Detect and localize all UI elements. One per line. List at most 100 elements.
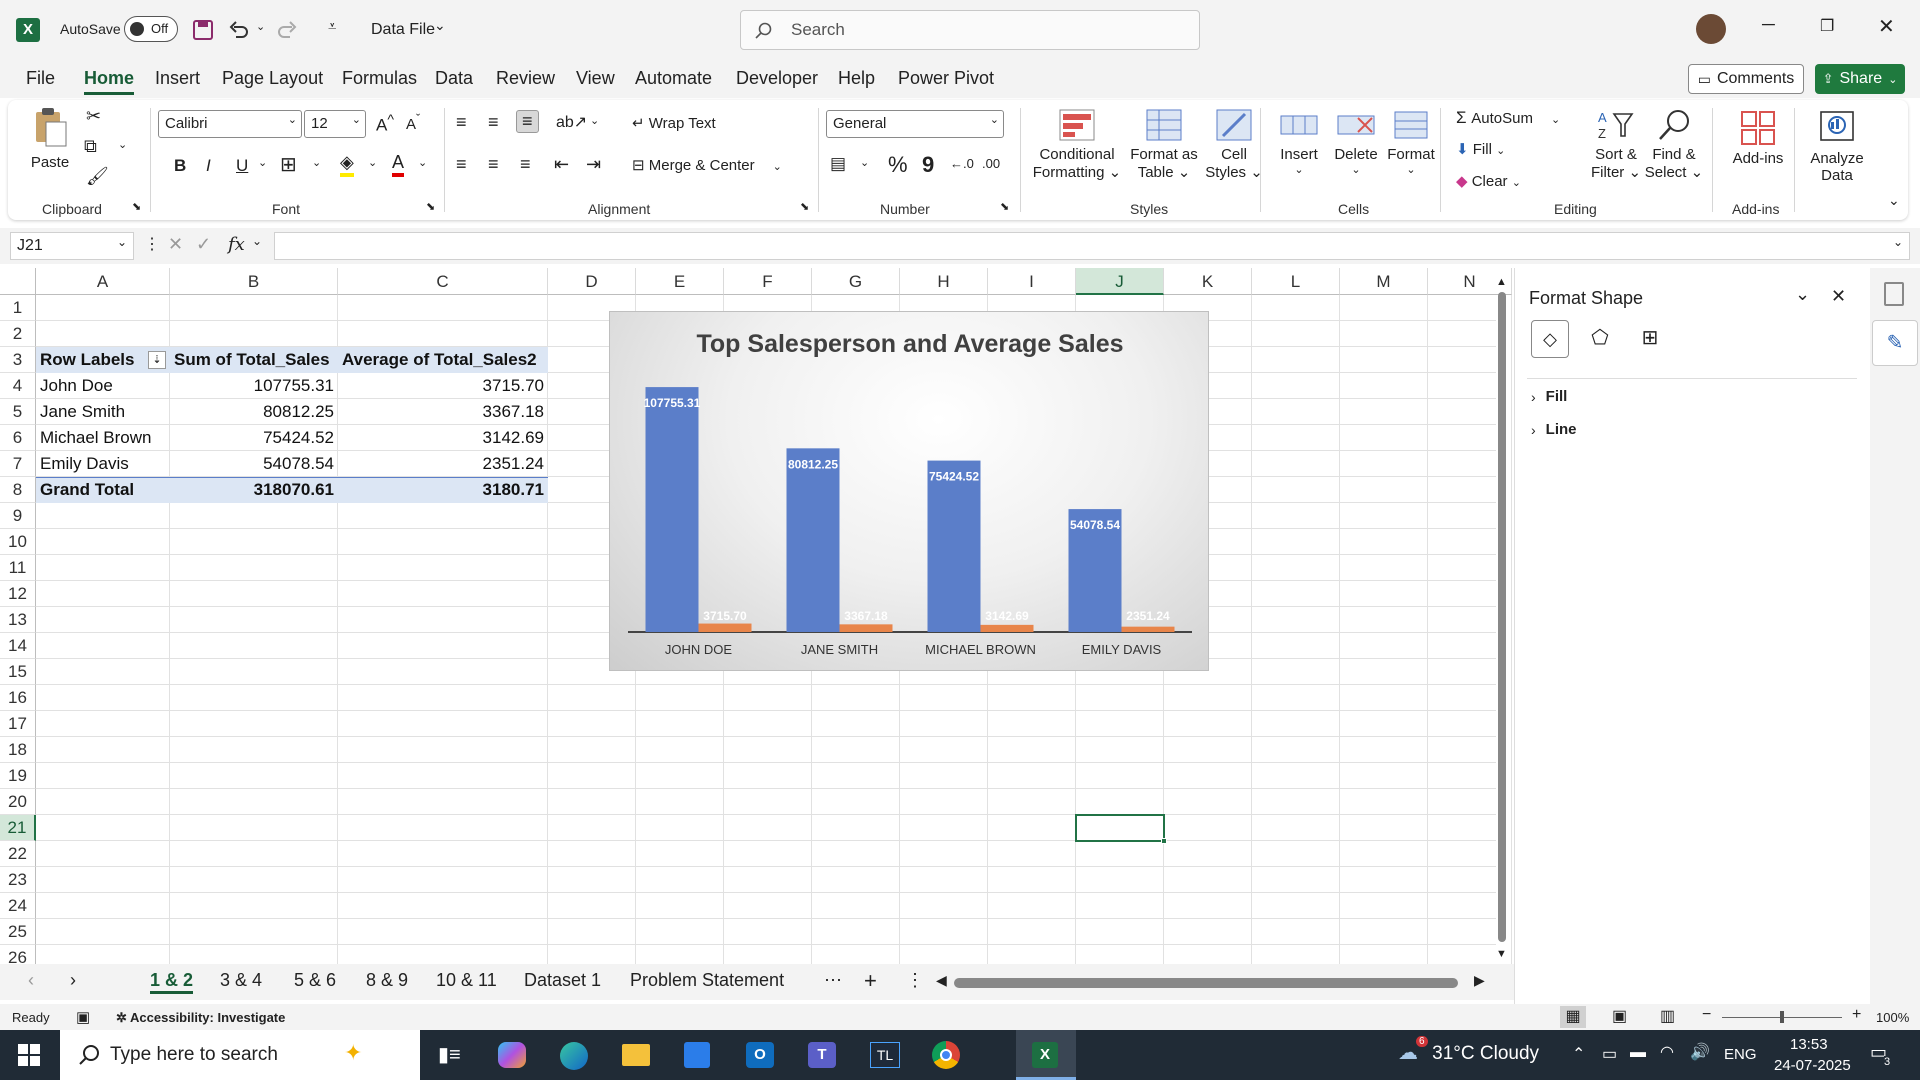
fill-handle[interactable] <box>1161 838 1167 844</box>
row-header-23[interactable]: 23 <box>0 867 36 893</box>
accessibility-status[interactable]: ✲ Accessibility: Investigate <box>116 1010 285 1026</box>
avatar[interactable] <box>1696 14 1726 44</box>
insert-cells-button[interactable]: Insert ⌄ <box>1274 108 1324 176</box>
pivot-row-average[interactable]: 3715.70 <box>338 373 548 399</box>
row-header-4[interactable]: 4 <box>0 373 36 399</box>
sheet-tab-5-6[interactable]: 5 & 6 <box>294 970 336 991</box>
chevron-down-icon[interactable]: ⌄ <box>252 234 262 248</box>
file-name[interactable]: Data File <box>371 21 435 39</box>
align-right-icon[interactable]: ≡ <box>520 154 531 175</box>
row-header-18[interactable]: 18 <box>0 737 36 763</box>
column-header-i[interactable]: I <box>988 268 1076 295</box>
row-header-5[interactable]: 5 <box>0 399 36 425</box>
align-middle-icon[interactable]: ≡ <box>488 112 499 133</box>
format-painter-icon[interactable]: 🖌 <box>86 166 109 187</box>
pivot-row-sum[interactable]: 107755.31 <box>170 373 338 399</box>
tab-home[interactable]: Home <box>84 68 135 95</box>
borders-icon[interactable]: ⊞ <box>280 152 297 177</box>
pivot-row-sum[interactable]: 80812.25 <box>170 399 338 425</box>
pivot-grand-total-average[interactable]: 3180.71 <box>338 477 548 503</box>
fill-section[interactable]: › Fill <box>1531 388 1567 405</box>
normal-view-icon[interactable]: ▦ <box>1560 1006 1586 1028</box>
tab-help[interactable]: Help <box>838 68 875 89</box>
task-view-icon[interactable]: ▮≡ <box>438 1042 461 1067</box>
pivot-header-sum[interactable]: Sum of Total_Sales <box>170 347 338 373</box>
dialog-launcher-icon[interactable]: ⬊ <box>800 200 809 213</box>
cut-icon[interactable]: ✂ <box>86 106 101 127</box>
row-header-22[interactable]: 22 <box>0 841 36 867</box>
column-header-l[interactable]: L <box>1252 268 1340 295</box>
tab-automate[interactable]: Automate <box>635 68 712 89</box>
increase-indent-icon[interactable]: ⇥ <box>586 154 601 175</box>
row-header-6[interactable]: 6 <box>0 425 36 451</box>
page-break-view-icon[interactable]: ▥ <box>1660 1006 1675 1026</box>
chevron-up-icon[interactable]: ⌃ <box>1572 1044 1585 1064</box>
format-cells-button[interactable]: Format ⌄ <box>1384 108 1438 176</box>
more-sheets-icon[interactable]: ⋯ <box>824 970 842 991</box>
pivot-row-label[interactable]: Emily Davis <box>36 451 170 477</box>
scroll-up-icon[interactable]: ▲ <box>1496 276 1507 288</box>
row-header-14[interactable]: 14 <box>0 633 36 659</box>
filter-dropdown-icon[interactable]: ⇣ <box>148 351 166 369</box>
sheet-tab-3-4[interactable]: 3 & 4 <box>220 970 262 991</box>
tab-formulas[interactable]: Formulas <box>342 68 417 89</box>
merge-center-button[interactable]: ⊟ Merge & Center ⌄ <box>632 156 782 174</box>
zoom-thumb[interactable] <box>1780 1011 1784 1023</box>
format-pane-icon[interactable]: ✎ <box>1872 320 1918 366</box>
row-header-25[interactable]: 25 <box>0 919 36 945</box>
language-indicator[interactable]: ENG <box>1724 1046 1757 1063</box>
tab-file[interactable]: File <box>26 68 55 89</box>
chevron-down-icon[interactable]: ⌄ <box>118 138 127 151</box>
file-explorer-icon[interactable] <box>622 1044 650 1066</box>
tab-insert[interactable]: Insert <box>155 68 200 89</box>
selected-cell[interactable] <box>1075 814 1165 842</box>
column-header-c[interactable]: C <box>338 268 548 295</box>
align-center-icon[interactable]: ≡ <box>488 154 499 175</box>
column-header-h[interactable]: H <box>900 268 988 295</box>
clock-time[interactable]: 13:53 <box>1790 1036 1828 1053</box>
increase-font-icon[interactable]: A^ <box>376 112 394 136</box>
row-header-17[interactable]: 17 <box>0 711 36 737</box>
row-header-10[interactable]: 10 <box>0 529 36 555</box>
column-header-f[interactable]: F <box>724 268 812 295</box>
row-header-16[interactable]: 16 <box>0 685 36 711</box>
tab-developer[interactable]: Developer <box>736 68 818 89</box>
chevron-down-icon[interactable]: ⌄ <box>258 156 267 169</box>
fill-button[interactable]: ⬇ Fill ⌄ <box>1456 140 1505 158</box>
increase-decimal-icon[interactable]: ←.0 <box>950 156 974 171</box>
macro-record-icon[interactable]: ▣ <box>76 1008 90 1026</box>
save-icon[interactable] <box>192 19 214 41</box>
teams-icon[interactable]: T <box>808 1042 836 1068</box>
sort-filter-button[interactable]: AZ Sort & Filter ⌄ <box>1588 108 1644 181</box>
row-header-20[interactable]: 20 <box>0 789 36 815</box>
chevron-down-icon[interactable]: ⌄ <box>256 20 265 33</box>
copilot-icon[interactable] <box>498 1042 526 1068</box>
insert-function-button[interactable]: fx <box>228 234 245 255</box>
orientation-icon[interactable]: ab↗ <box>556 112 587 132</box>
tab-page-layout[interactable]: Page Layout <box>222 68 323 89</box>
more-options-icon[interactable]: ⋮ <box>144 234 160 254</box>
pivot-row-sum[interactable]: 75424.52 <box>170 425 338 451</box>
dialog-launcher-icon[interactable]: ⬊ <box>132 200 141 213</box>
column-header-b[interactable]: B <box>170 268 338 295</box>
vertical-scrollbar[interactable]: ▲ ▼ <box>1496 276 1508 964</box>
formula-input[interactable]: ⌄ <box>274 232 1910 260</box>
column-header-k[interactable]: K <box>1164 268 1252 295</box>
row-header-2[interactable]: 2 <box>0 321 36 347</box>
share-button[interactable]: ⇪ Share ⌄ <box>1815 64 1905 94</box>
scroll-right-icon[interactable]: ▶ <box>1474 972 1485 989</box>
scroll-left-icon[interactable]: ◀ <box>936 972 947 989</box>
italic-button[interactable]: I <box>206 156 211 176</box>
wifi-icon[interactable]: ◠ <box>1660 1042 1674 1062</box>
wrap-text-button[interactable]: ↵ Wrap Text <box>632 114 716 132</box>
format-as-table-button[interactable]: Format as Table ⌄ <box>1126 108 1202 181</box>
copy-icon[interactable]: ⧉ <box>84 136 97 157</box>
battery-icon[interactable]: ▬ <box>1630 1044 1646 1062</box>
align-left-icon[interactable]: ≡ <box>456 154 467 175</box>
number-format-dropdown[interactable]: General ⌄ <box>826 110 1004 138</box>
select-all-corner[interactable] <box>0 268 36 295</box>
pivot-row-label[interactable]: John Doe <box>36 373 170 399</box>
chevron-down-icon[interactable]: ⌄ <box>312 156 321 169</box>
tab-view[interactable]: View <box>576 68 615 89</box>
size-properties-tab[interactable]: ⊞ <box>1631 320 1669 358</box>
